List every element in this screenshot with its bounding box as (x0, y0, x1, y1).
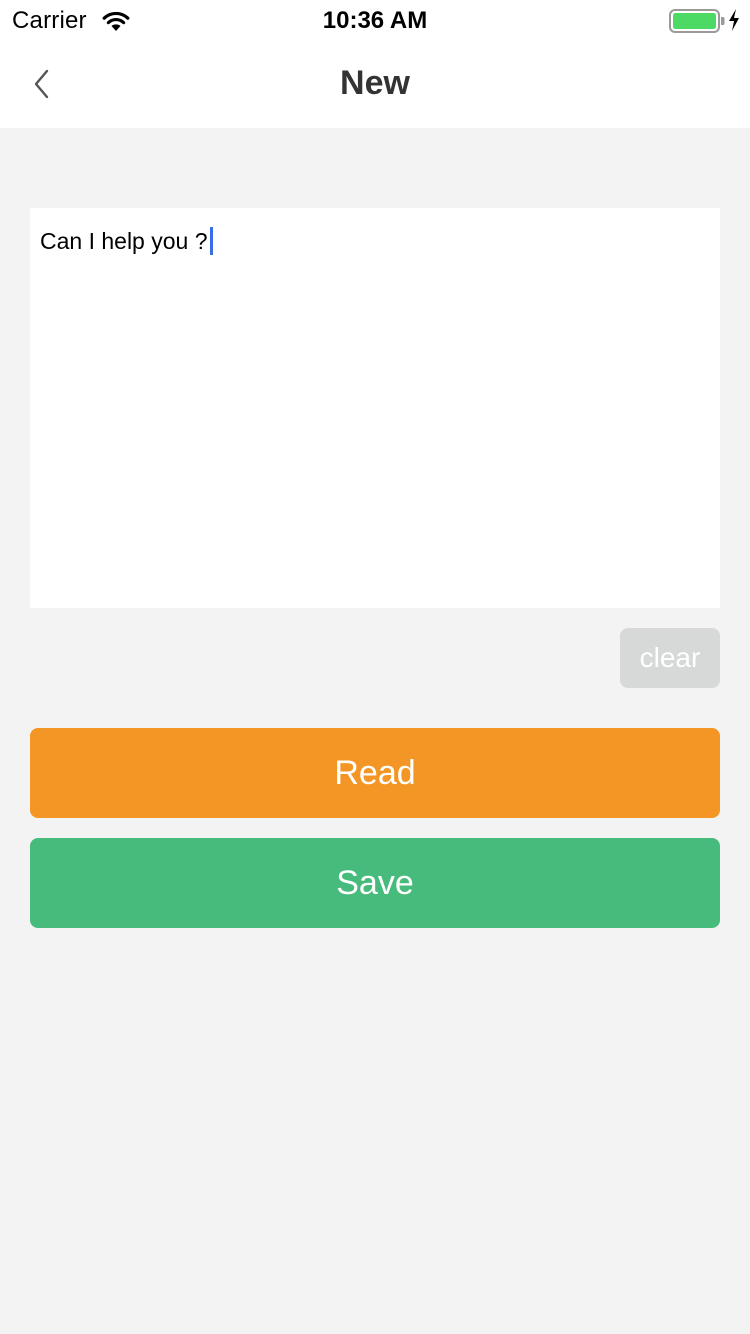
text-area-content: Can I help you ? (40, 227, 213, 255)
status-bar: Carrier 10:36 AM (0, 0, 750, 40)
battery-icon (669, 9, 725, 33)
save-button[interactable]: Save (30, 838, 720, 928)
clear-button[interactable]: clear (620, 628, 720, 688)
message-text-area[interactable]: Can I help you ? (30, 208, 720, 608)
charging-bolt-icon (729, 9, 739, 31)
status-time: 10:36 AM (322, 7, 428, 34)
text-area-value: Can I help you ? (40, 227, 208, 254)
read-button[interactable]: Read (30, 728, 720, 818)
text-caret (209, 227, 213, 255)
navigation-bar: New (0, 40, 750, 128)
page-title: New (340, 64, 410, 102)
